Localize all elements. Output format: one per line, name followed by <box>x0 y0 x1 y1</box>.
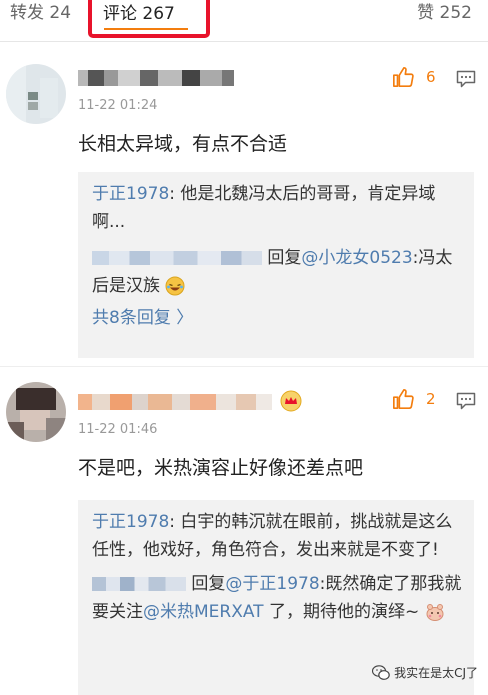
comment-time: 11-22 01:24 <box>78 98 158 113</box>
tab-likes[interactable]: 赞 252 <box>417 0 472 26</box>
avatar[interactable] <box>6 64 66 124</box>
tab-comments-label: 评论 267 <box>103 4 175 24</box>
thumbs-up-icon[interactable] <box>392 66 414 88</box>
watermark-text: 我实在是太CJ了 <box>394 666 478 680</box>
divider <box>0 366 488 367</box>
tab-comments[interactable]: 评论 267 <box>88 0 210 38</box>
tab-bar: 转发 24 评论 267 赞 252 <box>0 0 488 42</box>
comment-menu-icon[interactable] <box>456 392 476 410</box>
reply-author-link[interactable]: 于正1978 <box>92 184 169 204</box>
comment-text: 不是吧，米热演容止好像还差点吧 <box>78 457 364 479</box>
comment-time: 11-22 01:46 <box>78 422 158 437</box>
cute-animal-emoji-icon <box>426 604 444 621</box>
reply-item: 于正1978: 他是北魏冯太后的哥哥，肯定异域啊... <box>92 180 462 236</box>
reply-text: 了，期待他的演绎~ <box>263 602 420 622</box>
comment-menu-icon[interactable] <box>456 70 476 88</box>
reply-thread[interactable]: 于正1978: 他是北魏冯太后的哥哥，肯定异域啊... 回复@小龙女0523:冯… <box>78 172 474 358</box>
more-replies-link[interactable]: 共8条回复 〉 <box>92 304 462 332</box>
wechat-icon <box>372 664 390 680</box>
reply-separator: : <box>169 184 181 204</box>
reply-label: 回复 <box>267 248 302 268</box>
reply-item: 回复@小龙女0523:冯太后是汉族 <box>92 244 462 300</box>
reply-author-link[interactable]: 于正1978 <box>92 512 169 532</box>
watermark: 我实在是太CJ了 <box>372 664 478 681</box>
masked-username[interactable] <box>92 577 186 591</box>
vip-crown-icon[interactable] <box>280 390 302 412</box>
reply-label: 回复 <box>191 574 226 594</box>
like-count: 2 <box>426 390 436 408</box>
mention-link[interactable]: @米热MERXAT <box>143 602 264 622</box>
comment-item: 11-22 01:24 6 长相太异域，有点不合适 于正1978: 他是北魏冯太… <box>0 52 488 362</box>
tab-repost[interactable]: 转发 24 <box>10 0 71 26</box>
masked-username[interactable] <box>92 251 262 265</box>
username-masked[interactable] <box>78 392 272 412</box>
reply-item: 于正1978: 白宇的韩沉就在眼前，挑战就是这么任性，他戏好，角色符合，发出来就… <box>92 508 462 564</box>
thumbs-up-icon[interactable] <box>392 388 414 410</box>
comment-item: 11-22 01:46 2 不是吧，米热演容止好像还差点吧 于正1978: 白宇… <box>0 372 488 695</box>
like-count: 6 <box>426 68 436 86</box>
reply-item: 回复@于正1978:既然确定了那我就要关注@米热MERXAT 了，期待他的演绎~ <box>92 570 462 626</box>
comment-text: 长相太异域，有点不合适 <box>78 133 288 155</box>
username-masked[interactable] <box>78 68 234 88</box>
mention-link[interactable]: @于正1978 <box>225 574 319 594</box>
avatar[interactable] <box>6 382 66 442</box>
mention-link[interactable]: @小龙女0523 <box>301 248 412 268</box>
laughing-emoji-icon <box>165 276 185 296</box>
reply-separator: : <box>169 512 181 532</box>
